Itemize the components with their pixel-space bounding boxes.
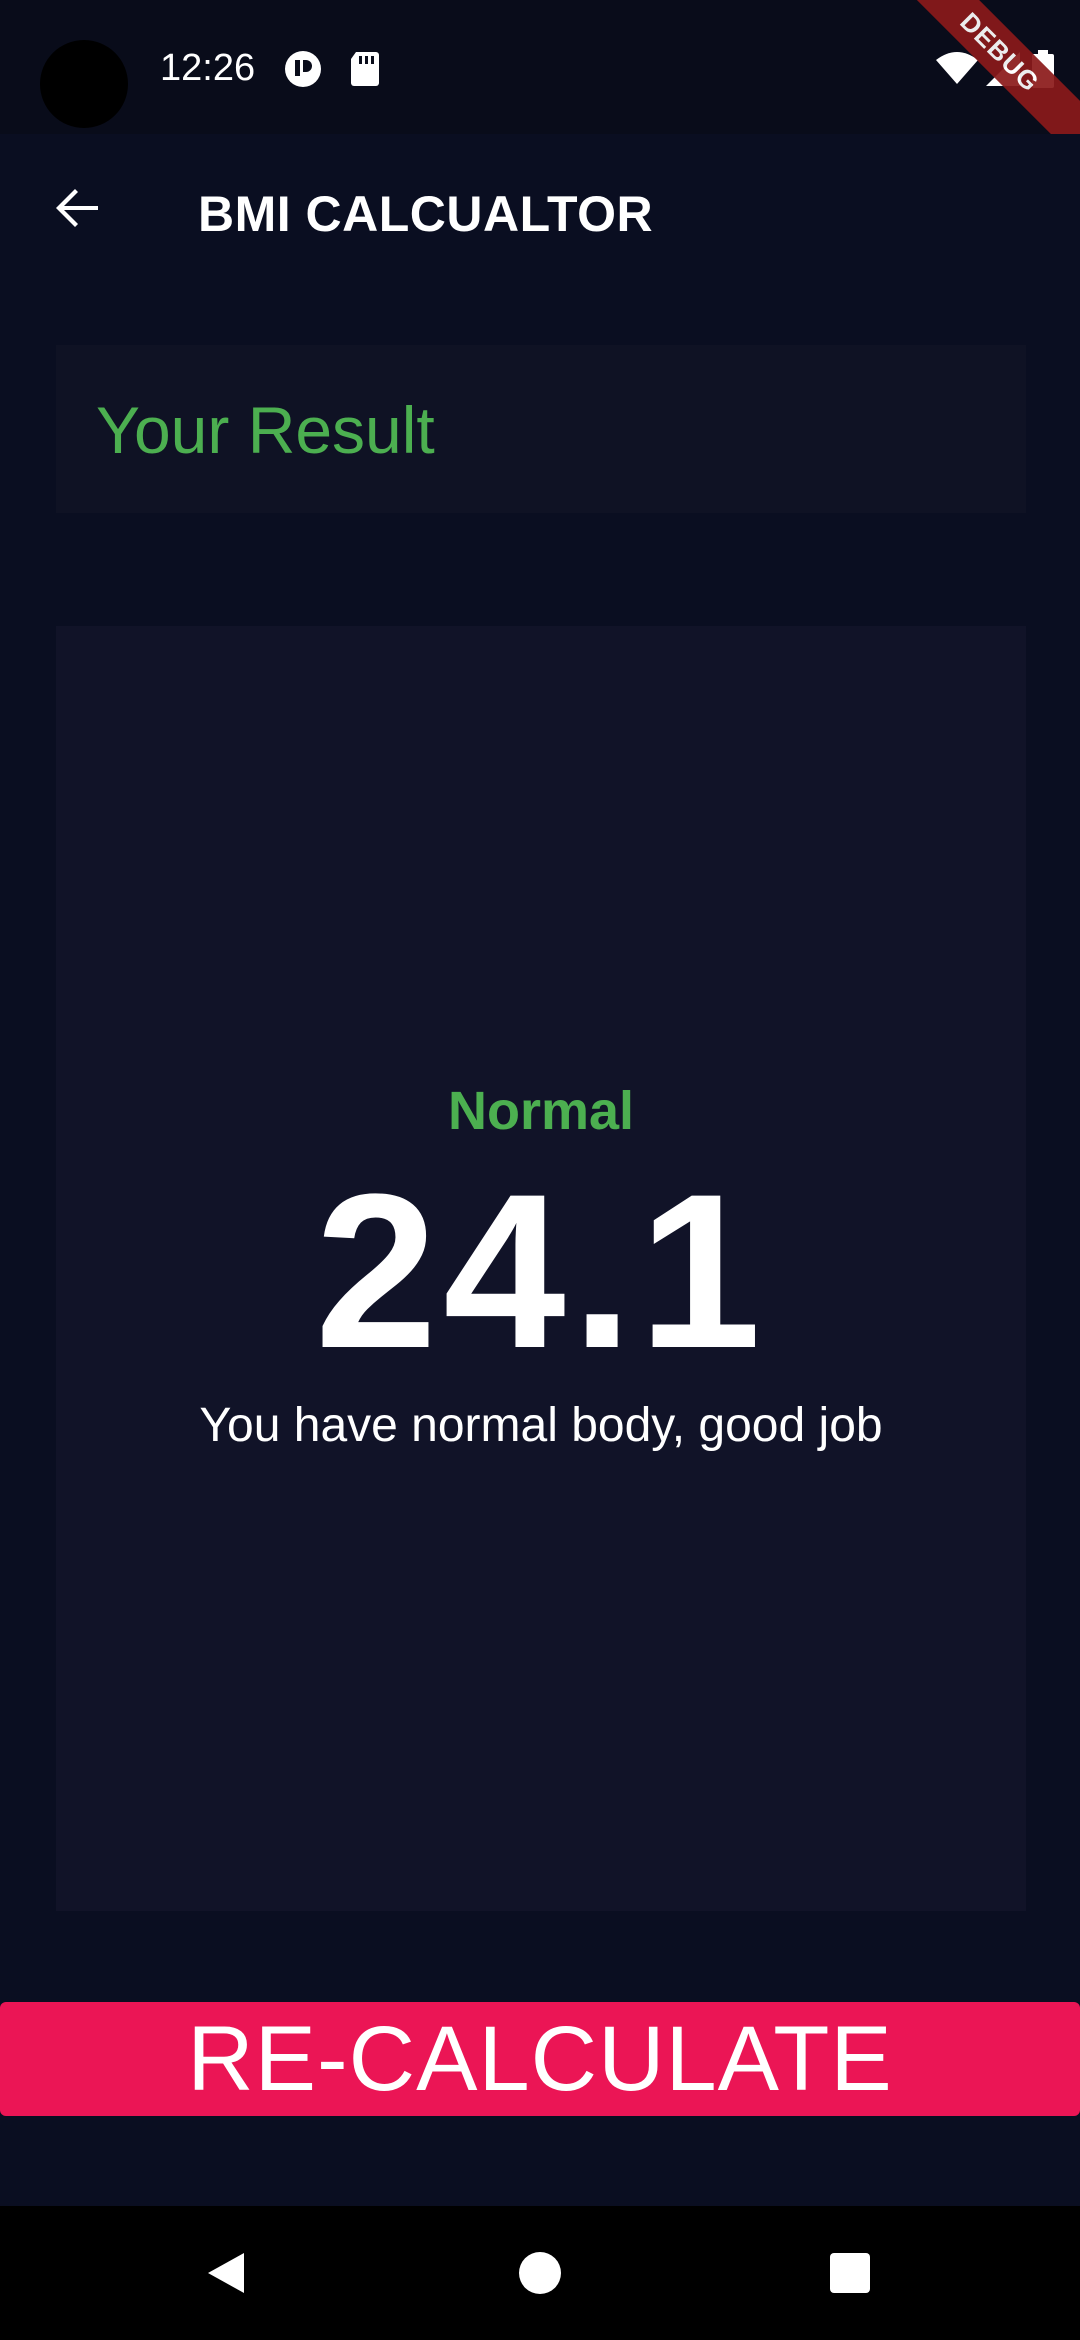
result-header-card: Your Result [56,345,1026,513]
nav-back-button[interactable] [181,2230,271,2320]
recents-square-icon [829,2252,871,2299]
sd-card-icon [348,50,386,88]
bmi-category-label: Normal [447,1081,635,1141]
nav-home-button[interactable] [495,2230,585,2320]
home-circle-icon [518,2251,562,2300]
recalculate-button[interactable]: RE-CALCULATE [0,2002,1080,2116]
app-title: BMI CALCUALTOR [198,186,654,242]
back-button[interactable] [38,170,118,250]
system-nav-bar [0,2206,1080,2340]
result-card: Normal 24.1 You have normal body, good j… [56,626,1026,1911]
notification-icon [284,50,322,88]
bmi-result-screen: 12:26 DEBUG BMI CALCUALTOR Your Result N… [0,0,1080,2340]
camera-cutout [40,40,128,128]
result-title: Your Result [96,393,435,467]
nav-recents-button[interactable] [805,2230,895,2320]
arrow-back-icon [54,184,102,237]
bmi-value: 24.1 [314,1148,768,1394]
app-bar: BMI CALCUALTOR [0,134,1080,292]
status-bar: 12:26 DEBUG [0,0,1080,174]
status-time: 12:26 [160,47,256,89]
back-triangle-icon [204,2249,248,2302]
bmi-message: You have normal body, good job [199,1399,883,1452]
